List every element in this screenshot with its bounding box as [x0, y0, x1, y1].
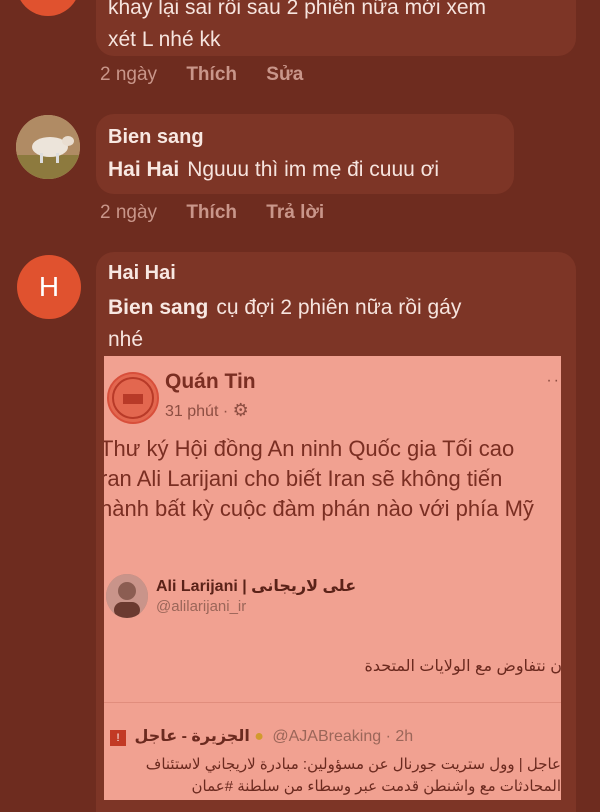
reply-button[interactable]: Trả lời: [266, 202, 324, 223]
avatar[interactable]: [16, 0, 80, 16]
tweet-handle: @alilarijani_ir: [156, 598, 247, 615]
news-logo-icon: [112, 377, 154, 419]
quoted-tweet-header: ! الجزيرة - عاجل ● @AJABreaking · 2h: [104, 726, 561, 746]
comment-time: 2 ngày: [100, 202, 158, 223]
comment-actions: 2 ngày Thích Trả lời: [100, 202, 348, 224]
tweet-avatar: [106, 574, 148, 618]
alert-icon: !: [110, 730, 126, 746]
comment-author[interactable]: Bien sang: [108, 126, 204, 149]
sheep-photo-icon: [16, 115, 80, 179]
tweet-text: ن نتفاوض مع الولايات المتحدة: [364, 658, 561, 675]
mention-link[interactable]: Bien sang: [108, 296, 208, 319]
quoted-handle: @AJABreaking · 2h: [272, 728, 414, 745]
quoted-source: الجزيرة - عاجل: [134, 728, 250, 745]
shared-post-card[interactable]: Quán Tin 31 phút · ⚙ ·· Thư ký Hội đồng …: [104, 356, 561, 800]
more-options-icon[interactable]: ··: [546, 372, 561, 390]
comment-actions: 2 ngày Thích Sửa: [100, 64, 327, 86]
person-photo-icon: [106, 574, 148, 618]
page-logo[interactable]: [107, 372, 159, 424]
comment-bubble: khay lại sai rồi sau 2 phiên nữa mới xem…: [96, 0, 576, 56]
gear-icon: ⚙: [232, 400, 249, 420]
comment-text: Hai Hai Nguuu thì im mẹ đi cuuu ơi: [108, 158, 440, 181]
like-button[interactable]: Thích: [186, 202, 237, 223]
like-button[interactable]: Thích: [186, 64, 237, 85]
comment-text: Bien sang cụ đợi 2 phiên nữa rồi gáy nhé: [108, 296, 462, 351]
divider: [104, 702, 561, 703]
tweet-author: Ali Larijani | علی لاریجانی: [156, 578, 357, 595]
verified-icon: ●: [254, 728, 264, 745]
comment-time: 2 ngày: [100, 64, 158, 85]
separator-dot: ·: [222, 403, 233, 420]
avatar-letter: H: [38, 271, 60, 302]
edit-button[interactable]: Sửa: [266, 64, 303, 85]
comment-author[interactable]: Hai Hai: [108, 262, 176, 285]
post-time: 31 phút: [165, 403, 219, 420]
comment-bubble: Bien sang Hai Hai Nguuu thì im mẹ đi cuuu…: [96, 114, 514, 194]
post-text: Thư ký Hội đồng An ninh Quốc gia Tối cao…: [104, 436, 534, 521]
post-meta: 31 phút · ⚙: [165, 400, 249, 421]
quoted-tweet-text: عاجل | وول ستريت جورنال عن مسؤولين: مباد…: [145, 756, 561, 795]
avatar[interactable]: [16, 115, 80, 179]
page-name[interactable]: Quán Tin: [165, 370, 256, 394]
avatar[interactable]: H: [17, 255, 81, 319]
mention-link[interactable]: Hai Hai: [108, 158, 179, 181]
comment-text: khay lại sai rồi sau 2 phiên nữa mới xem…: [108, 0, 486, 51]
